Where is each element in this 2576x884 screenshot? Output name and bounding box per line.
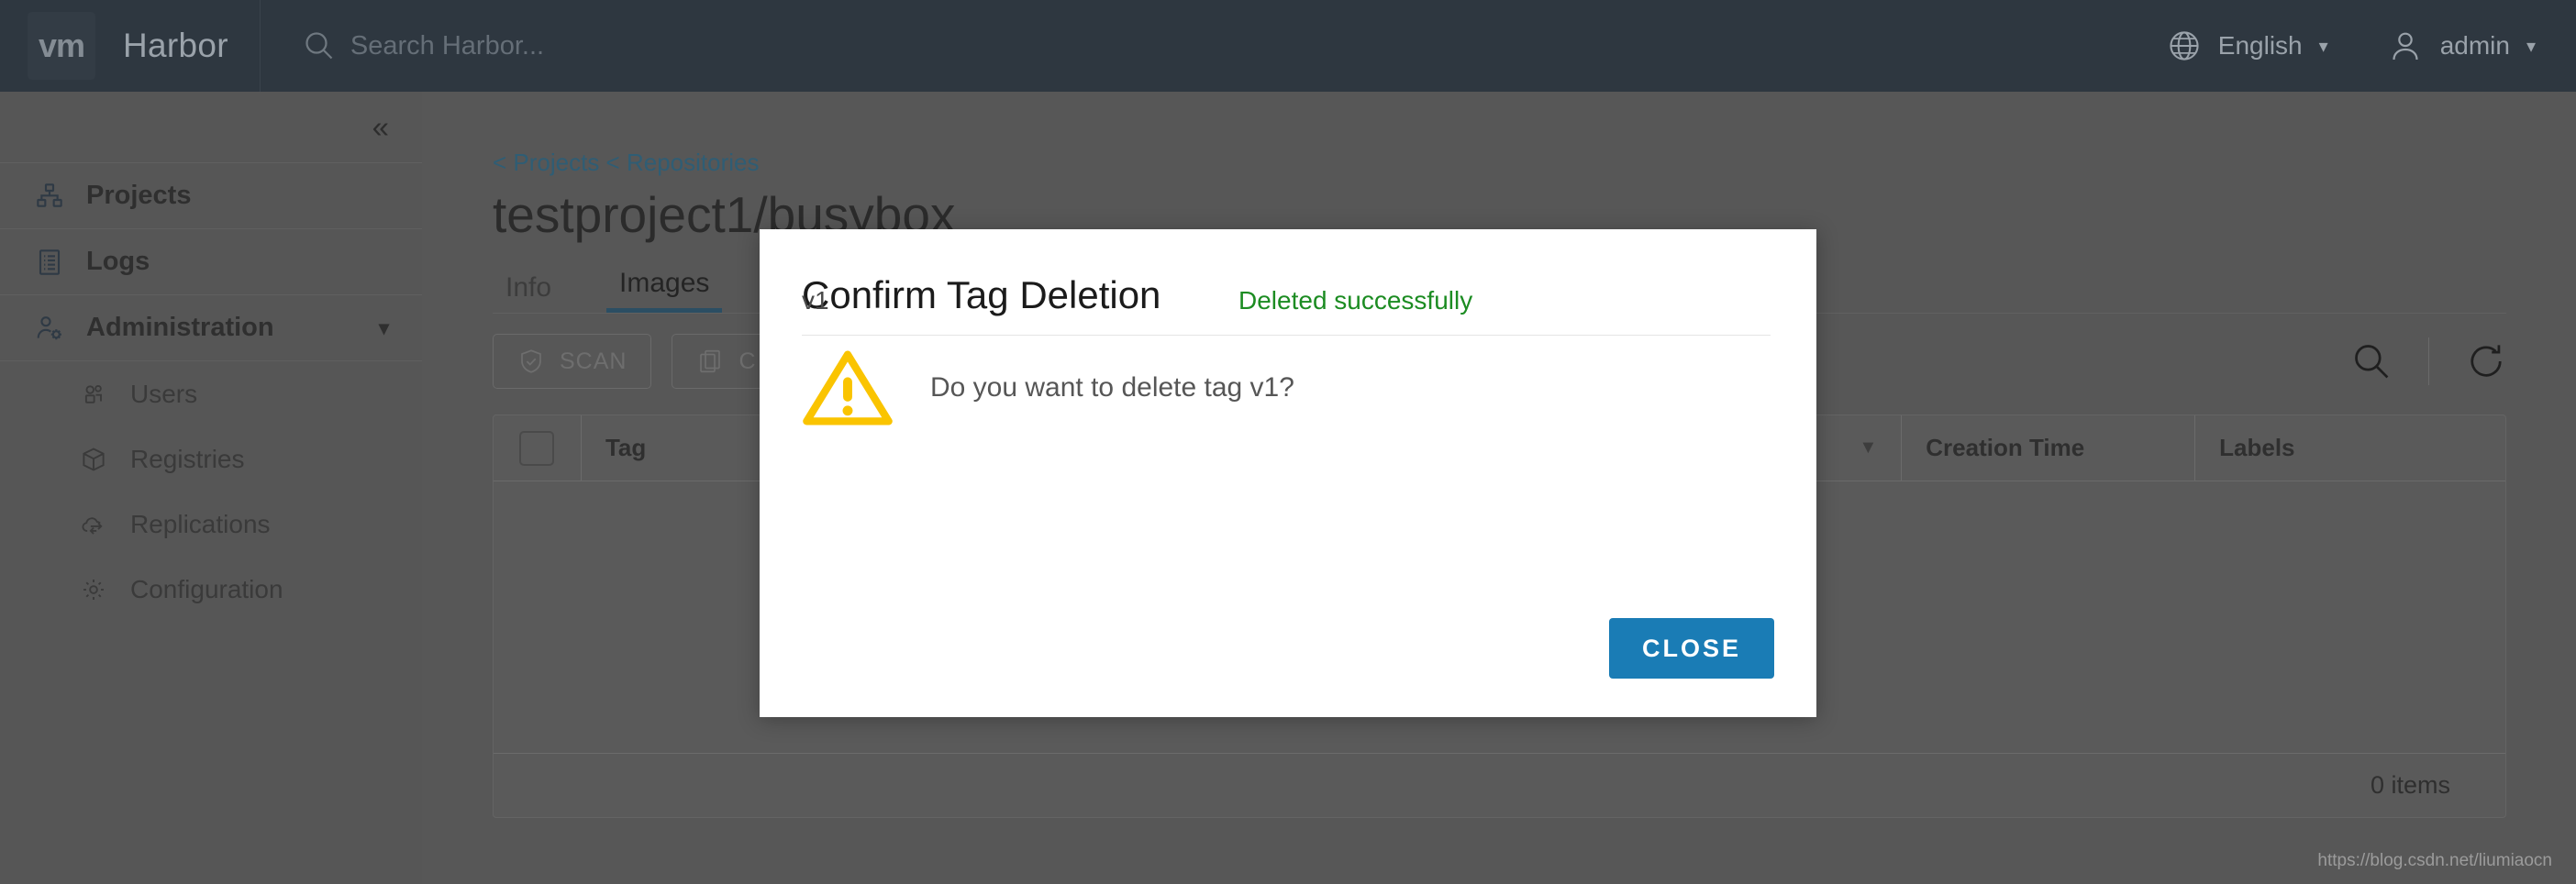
deletion-status-row: v1 Deleted successfully	[802, 266, 1771, 336]
users-icon	[77, 378, 110, 411]
chevron-down-icon: ▾	[378, 315, 389, 339]
header-divider	[259, 0, 261, 92]
scan-button[interactable]: SCAN	[493, 334, 652, 389]
sidebar-collapse-button[interactable]: «	[0, 92, 422, 163]
toolbar-divider	[2428, 337, 2429, 385]
language-label: English	[2217, 31, 2303, 60]
configuration-icon	[77, 573, 110, 606]
status-message: Deleted successfully	[1238, 285, 1473, 315]
sidebar-item-projects[interactable]: Projects	[0, 163, 422, 229]
projects-icon	[33, 180, 66, 213]
header-actions: English ▾ admin ▾	[2167, 28, 2576, 64]
warning-triangle-icon	[803, 350, 893, 425]
column-header-creation-time[interactable]: Creation Time	[1902, 414, 2196, 481]
refresh-icon[interactable]	[2466, 341, 2506, 381]
globe-icon	[2170, 31, 2199, 61]
sidebar-item-label: Registries	[130, 444, 245, 473]
select-all-checkbox[interactable]	[519, 430, 555, 466]
replications-icon	[77, 508, 110, 541]
sidebar-item-label: Users	[130, 379, 198, 408]
app-header: vm Harbor English ▾	[0, 0, 2576, 92]
scan-button-label: SCAN	[560, 348, 627, 374]
warning-message: Do you want to delete tag v1?	[930, 372, 1294, 403]
chevron-down-icon: ▾	[2318, 36, 2328, 57]
status-tag-name: v1	[802, 285, 829, 315]
registries-icon	[77, 443, 110, 476]
close-button[interactable]: CLOSE	[1608, 618, 1774, 679]
sidebar: « Projects Logs Administration ▾ Users R…	[0, 92, 422, 884]
sidebar-item-label: Logs	[86, 247, 150, 276]
tab-info[interactable]: Info	[493, 272, 564, 313]
sidebar-item-label: Projects	[86, 181, 192, 210]
search-icon	[305, 32, 333, 60]
toolbar-right	[2351, 337, 2506, 385]
double-chevron-left-icon: «	[372, 110, 389, 144]
user-menu[interactable]: admin ▾	[2387, 28, 2536, 64]
logs-icon	[33, 246, 66, 279]
global-search[interactable]	[303, 29, 901, 62]
column-header-label: Labels	[2219, 434, 2295, 461]
column-header-label: Creation Time	[1926, 434, 2085, 461]
chevron-down-icon: ▾	[2526, 36, 2536, 57]
select-all-cell	[494, 414, 582, 481]
sidebar-item-registries[interactable]: Registries	[0, 426, 422, 492]
language-selector[interactable]: English ▾	[2167, 28, 2328, 63]
column-header-label: Tag	[605, 434, 647, 461]
product-title: Harbor	[123, 27, 228, 64]
filter-icon[interactable]: ▼	[1859, 437, 1877, 459]
administration-icon	[33, 312, 66, 345]
table-footer: 0 items	[494, 753, 2505, 817]
search-input[interactable]	[350, 30, 901, 61]
sidebar-item-administration[interactable]: Administration ▾	[0, 295, 422, 361]
sidebar-item-replications[interactable]: Replications	[0, 492, 422, 557]
breadcrumb[interactable]: < Projects < Repositories	[493, 149, 759, 177]
vmware-logo-icon: vm	[28, 12, 95, 80]
sidebar-item-label: Configuration	[130, 574, 283, 603]
copy-icon	[700, 349, 721, 373]
sidebar-item-configuration[interactable]: Configuration	[0, 557, 422, 622]
modal-body: Do you want to delete tag v1?	[802, 348, 1774, 427]
vmware-logo-text: vm	[38, 27, 85, 64]
user-icon	[2393, 32, 2418, 61]
search-icon[interactable]	[2351, 341, 2392, 381]
item-count: 0 items	[2370, 771, 2450, 799]
column-header-labels[interactable]: Labels	[2195, 415, 2505, 481]
warning-row: Do you want to delete tag v1?	[802, 348, 1774, 427]
sidebar-item-logs[interactable]: Logs	[0, 229, 422, 295]
modal-footer: CLOSE	[1608, 618, 1774, 679]
user-label: admin	[2439, 31, 2510, 60]
sidebar-item-label: Administration	[86, 313, 274, 342]
confirm-tag-deletion-dialog: Confirm Tag Deletion Do you want to dele…	[760, 229, 1816, 717]
copy-button-label: C	[738, 348, 757, 374]
sidebar-item-users[interactable]: Users	[0, 361, 422, 426]
shield-check-icon	[521, 349, 541, 373]
tab-images[interactable]: Images	[606, 268, 723, 313]
brand[interactable]: vm Harbor	[0, 0, 228, 92]
watermark: https://blog.csdn.net/liumiaocn	[2317, 851, 2552, 870]
app-root: vm Harbor English ▾	[0, 0, 2576, 884]
sidebar-item-label: Replications	[130, 509, 271, 538]
